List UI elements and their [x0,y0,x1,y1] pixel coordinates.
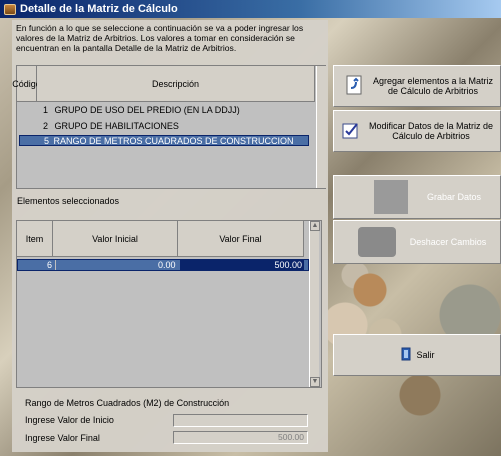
element-grid[interactable]: Código Descripción 1 GRUPO DE USO DEL PR… [12,65,326,189]
add-document-icon [342,73,366,99]
grid-row[interactable]: 6 0.00 500.00 [17,259,309,271]
exit-door-icon [399,347,413,363]
save-data-button[interactable]: Grabar Datos [333,175,501,219]
column-header-item[interactable]: Item [17,221,53,257]
end-value-label: Ingrese Valor Final [25,433,100,443]
selected-elements-grid[interactable]: Item Valor Inicial Valor Final 6 0.00 50… [16,220,322,388]
undo-icon [358,227,396,257]
window-titlebar: Detalle de la Matriz de Cálculo [0,0,501,18]
save-data-label: Grabar Datos [426,192,482,202]
grid-row[interactable]: 1 GRUPO DE USO DEL PREDIO (EN LA DDJJ) [17,105,315,116]
modify-data-label: Modificar Datos de la Matriz de Cálculo … [368,121,494,141]
grid-row-selected[interactable]: 5 RANGO DE METROS CUADRADOS DE CONSTRUCC… [19,135,309,146]
start-value-label: Ingrese Valor de Inicio [25,415,114,425]
column-header-descripcion[interactable]: Descripción [37,66,315,102]
range-section-title: Rango de Metros Cuadrados (M2) de Constr… [25,398,230,408]
grid-scrollbar[interactable] [316,66,326,188]
scroll-down-icon[interactable]: ▼ [310,377,320,387]
grid-scrollbar[interactable]: ▲ ▼ [309,221,320,387]
column-header-codigo[interactable]: Código [12,66,41,102]
add-elements-label: Agregar elementos a la Matriz de Cálculo… [372,76,494,96]
exit-label: Salir [416,350,435,360]
column-header-valor-inicial[interactable]: Valor Inicial [53,221,178,257]
start-value-field[interactable] [173,414,308,427]
modify-data-button[interactable]: Modificar Datos de la Matriz de Cálculo … [333,110,501,152]
scroll-up-icon[interactable]: ▲ [310,221,320,231]
add-elements-button[interactable]: Agregar elementos a la Matriz de Cálculo… [333,65,501,107]
save-disk-icon [374,180,408,214]
undo-changes-button[interactable]: Deshacer Cambios [333,220,501,264]
window-title: Detalle de la Matriz de Cálculo [20,3,178,15]
intro-text: En función a lo que se seleccione a cont… [16,23,304,53]
undo-changes-label: Deshacer Cambios [409,237,487,247]
selected-elements-label: Elementos seleccionados [17,196,120,206]
exit-button[interactable]: Salir [333,334,501,376]
column-header-valor-final[interactable]: Valor Final [178,221,304,257]
app-icon [4,3,16,15]
edit-check-icon [340,119,362,143]
grid-row[interactable]: 2 GRUPO DE HABILITACIONES [17,121,315,132]
end-value-field[interactable]: 500.00 [173,431,308,444]
